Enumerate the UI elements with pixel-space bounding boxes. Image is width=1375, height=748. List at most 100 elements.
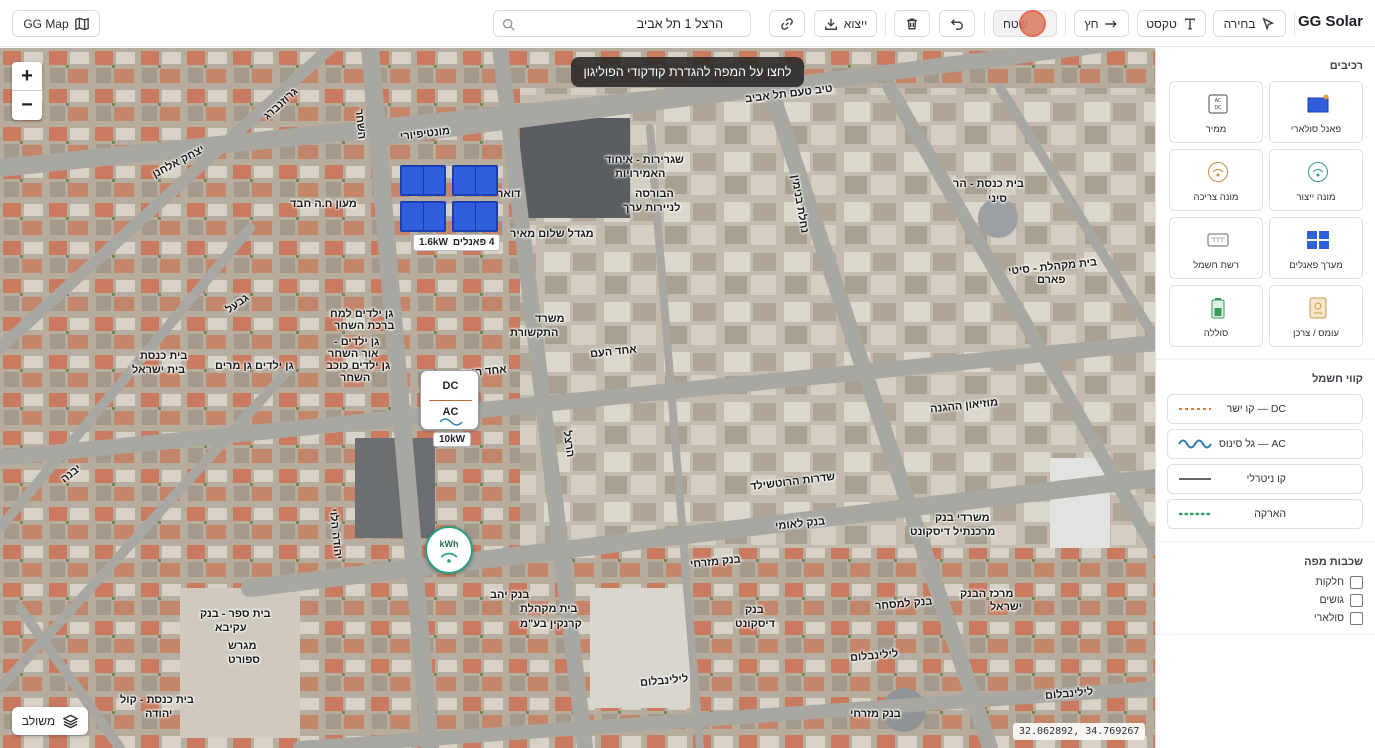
line-dc[interactable]: DC — קו ישר (1167, 394, 1363, 424)
layer-checkbox[interactable] (1350, 575, 1363, 589)
component-label: רשת חשמל (1193, 260, 1239, 271)
map-button[interactable]: GG Map (12, 10, 100, 37)
battery-icon (1211, 298, 1225, 319)
delete-button[interactable] (894, 10, 930, 37)
layer-solar[interactable]: סולארי (1314, 610, 1363, 626)
street-label: ספורט (228, 654, 260, 666)
map-button-label: GG Map (23, 16, 69, 31)
line-label: קו ניטרלי (1246, 473, 1286, 485)
trash-icon (907, 17, 917, 30)
meter-gauge-icon (440, 552, 458, 563)
component-label: מונה ייצור (1296, 192, 1336, 203)
select-tool-button[interactable]: בחירה (1213, 10, 1286, 37)
area-cursor-indicator (1019, 10, 1046, 37)
component-solar-panel[interactable]: פאנל סולארי (1269, 81, 1363, 143)
street-label: מגרש (228, 640, 257, 652)
street-label: בית ישראל (132, 364, 186, 376)
line-ground[interactable]: הארקה (1167, 499, 1363, 529)
component-label: עומס / צרכן (1292, 328, 1340, 339)
line-neutral[interactable]: קו ניטרלי (1167, 464, 1363, 494)
layer-parcels[interactable]: חלקות (1315, 574, 1363, 590)
undo-icon (950, 18, 963, 30)
power-grid-icon (1207, 233, 1229, 247)
inverter-power-label: 10kW (433, 432, 472, 447)
layer-label: חלקות (1315, 576, 1344, 588)
street-label: יהודה (145, 708, 173, 720)
zoom-in-button[interactable]: + (12, 62, 42, 91)
text-tool-label: טקסט (1146, 16, 1177, 31)
street-label: מעון ח.ה חבד (290, 198, 357, 210)
panel-count: 4 פאנלים (452, 237, 495, 248)
coordinates-readout: 32.062892, 34.769267 (1013, 723, 1146, 740)
line-label: AC — גל סינוס (1219, 438, 1286, 450)
svg-text:DC: DC (1214, 105, 1222, 111)
solar-panel[interactable] (400, 201, 446, 232)
street-label: השחר (340, 372, 371, 384)
zoom-out-button[interactable]: − (12, 91, 42, 120)
map-layers-title: שכבות מפה (1304, 556, 1363, 568)
layer-blocks[interactable]: גושים (1320, 592, 1363, 608)
component-power-grid[interactable]: רשת חשמל (1169, 217, 1263, 279)
line-label: הארקה (1254, 508, 1286, 520)
street-label: ישראל (990, 601, 1023, 613)
undo-button[interactable] (939, 10, 975, 37)
solar-panel[interactable] (452, 165, 498, 196)
component-panel-array[interactable]: מערך פאנלים (1269, 217, 1363, 279)
street-label: אור השחר (328, 348, 379, 360)
select-tool-label: בחירה (1223, 16, 1256, 31)
street-label: מרכנתיל דיסקונט (910, 526, 996, 538)
layers-button-label: משולב (21, 714, 56, 728)
toolbar-separator (984, 12, 985, 35)
street-label: סיני (988, 193, 1008, 205)
component-battery[interactable]: סוללה (1169, 285, 1263, 347)
street-label: עקיבא (215, 622, 247, 634)
ac-sine-line-icon (1178, 439, 1212, 449)
component-label: פאנל סולארי (1290, 124, 1342, 135)
street-label: ברכת השחר (334, 320, 395, 332)
street-label: דואר (497, 188, 521, 200)
layer-checkbox[interactable] (1350, 611, 1363, 625)
brand-logo: GG Solar (1297, 13, 1363, 30)
toolbar: GG Map הרצל 1 תל אביב ייצוא שטח חץ טקסט … (0, 0, 1375, 47)
street-label: גן ילדים - (334, 336, 380, 348)
map-icon (74, 17, 89, 30)
arrow-right-icon (1105, 19, 1118, 28)
line-ac[interactable]: AC — גל סינוס (1167, 429, 1363, 459)
load-icon (1309, 297, 1327, 319)
street-label: משרד (535, 313, 565, 325)
export-button[interactable]: ייצוא (814, 10, 877, 37)
street-label: פארם (1037, 274, 1066, 286)
sine-wave-icon (439, 418, 463, 426)
share-link-button[interactable] (769, 10, 805, 37)
power-lines-title: קווי חשמל (1312, 373, 1363, 385)
section-divider (1156, 634, 1375, 635)
inverter-node[interactable]: DC AC (420, 370, 479, 430)
consumption-meter-icon (1208, 162, 1228, 182)
text-icon (1184, 17, 1195, 30)
satellite-map[interactable]: מונטיפיורי טיב טעם תל אביב שגרירות - איח… (0, 48, 1155, 748)
neutral-line-icon (1179, 478, 1211, 480)
street-label: בית כנסת - קול (120, 694, 194, 706)
street-label: הבורסה (635, 188, 674, 200)
map-layers-button[interactable]: משולב (12, 707, 88, 735)
cursor-icon (1262, 16, 1275, 31)
street-label: משרדי בנק (935, 512, 990, 524)
layers-icon (63, 714, 79, 728)
solar-panel[interactable] (400, 165, 446, 196)
solar-panel-icon (1307, 94, 1329, 113)
text-tool-button[interactable]: טקסט (1137, 10, 1206, 37)
svg-text:AC: AC (1215, 98, 1222, 104)
component-consumption-meter[interactable]: מונה צריכה (1169, 149, 1263, 211)
component-production-meter[interactable]: מונה ייצור (1269, 149, 1363, 211)
component-inverter[interactable]: AC DC ממיר (1169, 81, 1263, 143)
search-input[interactable]: הרצל 1 תל אביב (493, 10, 751, 37)
layer-checkbox[interactable] (1350, 593, 1363, 607)
component-load[interactable]: עומס / צרכן (1269, 285, 1363, 347)
arrow-tool-button[interactable]: חץ (1074, 10, 1129, 37)
street-label: בית ספר - בנק (200, 608, 271, 620)
solar-panel[interactable] (452, 201, 498, 232)
street-label: בית כנסת (140, 350, 188, 362)
production-meter-node[interactable]: kWh (425, 526, 473, 574)
component-label: מערך פאנלים (1289, 260, 1343, 271)
layer-label: גושים (1319, 594, 1344, 606)
